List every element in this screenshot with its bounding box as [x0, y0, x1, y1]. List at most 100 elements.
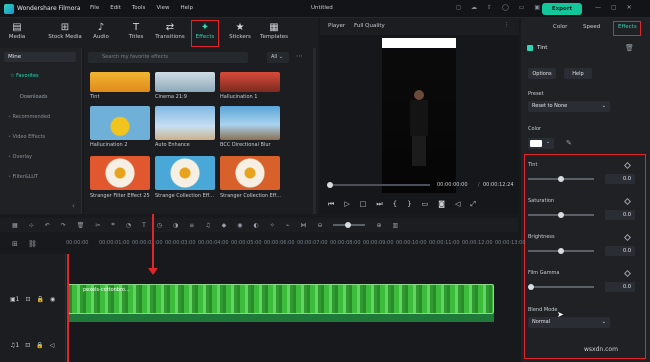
tint-slider-knob[interactable]: [558, 176, 564, 182]
effect-thumb-hallucination-2[interactable]: [90, 106, 150, 140]
text-icon[interactable]: T: [142, 222, 146, 229]
menu-edit[interactable]: Edit: [110, 5, 121, 11]
brightness-slider-knob[interactable]: [558, 248, 564, 254]
film-gamma-slider-knob[interactable]: [528, 284, 534, 290]
clock-icon[interactable]: ◷: [157, 222, 162, 229]
play-icon[interactable]: ▷: [344, 200, 349, 209]
quality-select[interactable]: Full Quality: [354, 23, 385, 29]
layout-icon[interactable]: ▦: [12, 222, 18, 229]
more-icon[interactable]: ⋮: [504, 22, 510, 28]
link-icon[interactable]: ⛓: [28, 240, 37, 248]
sidebar-item-recommended[interactable]: Recommended: [8, 114, 51, 120]
options-button[interactable]: Options: [528, 68, 556, 79]
display-icon[interactable]: ▭: [422, 200, 429, 209]
brightness-slider[interactable]: [528, 248, 594, 254]
preset-select[interactable]: Reset to None ⌄: [528, 101, 610, 112]
account-icon[interactable]: ◯: [502, 4, 509, 11]
color-icon[interactable]: ◑: [173, 222, 178, 229]
toolbar-audio[interactable]: ♪ Audio: [84, 22, 118, 46]
collapse-sidebar-icon[interactable]: ‹: [72, 202, 75, 210]
playhead[interactable]: [67, 254, 69, 362]
effect-enabled-toggle[interactable]: [527, 45, 533, 51]
sidebar-item-filter-lut[interactable]: Filter&LUT: [8, 174, 39, 180]
save-icon[interactable]: ▣: [534, 4, 540, 11]
eyedropper-icon[interactable]: ✎: [566, 139, 572, 147]
snapshot-icon[interactable]: ◙: [438, 200, 445, 209]
snap-icon[interactable]: ⋈: [300, 222, 306, 229]
cloud-icon[interactable]: ☁: [471, 4, 477, 11]
minimize-icon[interactable]: —: [595, 4, 601, 11]
menu-view[interactable]: View: [156, 5, 169, 11]
sidebar-item-video-effects[interactable]: Video Effects: [8, 134, 46, 140]
color-picker[interactable]: ⌄: [528, 138, 554, 149]
lock-icon[interactable]: 🔒: [37, 296, 44, 303]
tint-slider[interactable]: [528, 176, 594, 182]
redo-icon[interactable]: ↷: [61, 222, 66, 229]
effect-thumb-strange-collection[interactable]: [155, 156, 215, 190]
delete-icon[interactable]: 🗑: [77, 222, 85, 229]
audio-icon[interactable]: ♫: [205, 222, 210, 229]
sidebar-item-downloads[interactable]: Downloads: [20, 94, 47, 100]
select-icon[interactable]: ⊹: [29, 222, 34, 229]
tab-color[interactable]: Color: [553, 24, 567, 30]
folder-icon[interactable]: ⊡: [25, 342, 30, 349]
help-button[interactable]: Help: [564, 68, 592, 79]
film-gamma-value[interactable]: 0.0: [605, 282, 635, 292]
speaker-icon[interactable]: ◁: [50, 342, 55, 349]
effect-thumb-hallucination-1[interactable]: [220, 72, 280, 92]
folder-icon[interactable]: ⊡: [26, 296, 31, 303]
next-frame-icon[interactable]: ⏭: [376, 200, 382, 209]
effect-thumb-stranger-collection[interactable]: [220, 156, 280, 190]
crop-icon[interactable]: ⌗: [111, 221, 114, 229]
mark-in-icon[interactable]: {: [393, 200, 397, 209]
ai-icon[interactable]: ✧: [270, 222, 275, 229]
audio-waveform[interactable]: [68, 314, 494, 322]
effect-thumb-bcc-blur[interactable]: [220, 106, 280, 140]
upload-icon[interactable]: ⇧: [487, 4, 492, 11]
speed-icon[interactable]: ◔: [126, 222, 131, 229]
prev-frame-icon[interactable]: ⏮: [328, 200, 334, 209]
effect-thumb-auto-enhance[interactable]: [155, 106, 215, 140]
tab-speed[interactable]: Speed: [583, 24, 600, 30]
effect-thumb-cinema[interactable]: [155, 72, 215, 92]
saturation-slider[interactable]: [528, 212, 594, 218]
sidebar-mine[interactable]: Mine: [4, 52, 76, 62]
sidebar-item-favorites[interactable]: ☆ Favorites: [10, 73, 39, 79]
record-icon[interactable]: ◉: [237, 222, 242, 229]
brightness-value[interactable]: 0.0: [605, 246, 635, 256]
menu-tools[interactable]: Tools: [132, 5, 146, 11]
keyframe-icon[interactable]: ◆: [222, 222, 227, 229]
mask-icon[interactable]: ◐: [254, 222, 259, 229]
volume-icon[interactable]: ◁: [455, 200, 460, 209]
toolbar-stock-media[interactable]: ⊞ Stock Media: [48, 22, 82, 46]
feedback-icon[interactable]: ◻: [456, 4, 461, 11]
toolbar-media[interactable]: ▤ Media: [0, 22, 34, 46]
effect-thumb-stranger-filter[interactable]: [90, 156, 150, 190]
film-gamma-slider[interactable]: [528, 284, 594, 290]
zoom-slider[interactable]: [333, 222, 366, 228]
fit-icon[interactable]: ▥: [393, 222, 399, 229]
fullscreen-icon[interactable]: ⤢: [470, 200, 476, 209]
player-progress-bar[interactable]: [330, 184, 430, 186]
lock-icon[interactable]: 🔒: [36, 342, 43, 349]
split-icon[interactable]: ✂: [95, 222, 100, 229]
menu-help[interactable]: Help: [181, 5, 194, 11]
undo-icon[interactable]: ↶: [45, 222, 50, 229]
blend-mode-select[interactable]: Normal ⌄: [528, 317, 610, 328]
stop-icon[interactable]: □: [360, 200, 367, 209]
add-track-icon[interactable]: ⊞: [12, 240, 18, 248]
effects-scrollbar[interactable]: [313, 48, 316, 214]
motion-icon[interactable]: ⌁: [286, 222, 290, 229]
zoom-knob[interactable]: [345, 222, 352, 228]
zoom-out-icon[interactable]: ⊖: [317, 222, 322, 229]
saturation-slider-knob[interactable]: [558, 212, 564, 218]
more-options-icon[interactable]: ⋯: [296, 52, 303, 60]
toolbar-templates[interactable]: ▦ Templates: [257, 22, 291, 46]
toolbar-titles[interactable]: T Titles: [119, 22, 153, 46]
timeline-ruler[interactable]: 00:00:00 00:00:01:00 00:00:02:00 00:00:03:0…: [66, 240, 526, 250]
export-button[interactable]: Export: [542, 3, 582, 15]
effects-search-input[interactable]: Search my favorite effects: [88, 52, 248, 63]
adjust-icon[interactable]: ≡: [189, 222, 194, 229]
mark-out-icon[interactable]: }: [407, 200, 411, 209]
eye-icon[interactable]: ◉: [50, 296, 55, 303]
